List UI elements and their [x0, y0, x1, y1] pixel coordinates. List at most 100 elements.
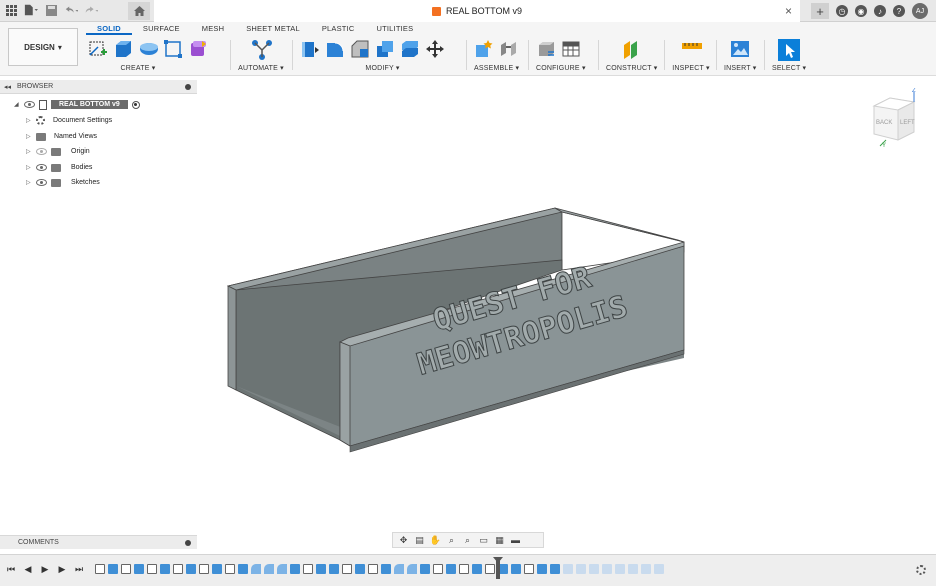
tree-item-sketches[interactable]: ▷ Sketches [26, 176, 100, 189]
configure-group-label[interactable]: CONFIGURE [536, 65, 580, 72]
expand-triangle-icon[interactable]: ◢ [14, 101, 20, 108]
timeline-extrude-feature[interactable] [381, 564, 391, 574]
visibility-eye-icon[interactable] [36, 148, 47, 155]
save-icon[interactable] [44, 3, 58, 17]
activate-radio-icon[interactable] [131, 100, 140, 109]
orbit-icon[interactable]: ✥ [398, 535, 409, 545]
timeline-extrude-feature[interactable] [446, 564, 456, 574]
workspace-design-button[interactable]: DESIGN ▾ [8, 28, 78, 66]
combine-icon[interactable] [400, 39, 420, 59]
file-menu-icon[interactable] [24, 3, 38, 17]
assemble-group-label[interactable]: ASSEMBLE [474, 65, 513, 72]
user-avatar[interactable]: AJ [912, 3, 928, 19]
zoom-icon[interactable]: ⌕ [446, 535, 457, 545]
timeline-extrude-feature[interactable] [186, 564, 196, 574]
undo-icon[interactable] [64, 3, 78, 17]
help-icon[interactable]: ? [893, 5, 905, 17]
shell-icon[interactable] [375, 39, 395, 59]
timeline-sketch-feature[interactable] [303, 564, 313, 574]
timeline-suppressed-feature[interactable] [628, 564, 638, 574]
expand-triangle-icon[interactable]: ▷ [26, 164, 32, 171]
step-forward-icon[interactable]: ▶ [57, 564, 67, 574]
go-to-end-icon[interactable]: ⏭ [74, 564, 84, 574]
select-group-label[interactable]: SELECT [772, 65, 800, 72]
timeline-sketch-feature[interactable] [368, 564, 378, 574]
insert-image-icon[interactable] [730, 39, 750, 59]
tab-plastic[interactable]: PLASTIC [311, 23, 366, 35]
look-at-icon[interactable]: ▤ [414, 535, 425, 545]
app-grid-icon[interactable] [4, 3, 18, 17]
timeline-fillet-feature[interactable] [264, 564, 274, 574]
timeline-fillet-feature[interactable] [251, 564, 261, 574]
timeline-sketch-feature[interactable] [225, 564, 235, 574]
extrude-icon[interactable] [113, 39, 133, 59]
visibility-eye-icon[interactable] [24, 101, 35, 108]
timeline-suppressed-feature[interactable] [615, 564, 625, 574]
visibility-eye-icon[interactable] [36, 179, 47, 186]
tree-item-bodies[interactable]: ▷ Bodies [26, 161, 92, 174]
timeline-fillet-feature[interactable] [277, 564, 287, 574]
timeline-suppressed-feature[interactable] [602, 564, 612, 574]
revolve-icon[interactable] [138, 39, 158, 59]
timeline-sketch-feature[interactable] [524, 564, 534, 574]
expand-triangle-icon[interactable]: ▷ [26, 148, 32, 155]
timeline-sketch-feature[interactable] [199, 564, 209, 574]
display-settings-icon[interactable]: ▭ [478, 535, 489, 545]
viewports-icon[interactable]: ▬ [510, 535, 521, 545]
offset-plane-icon[interactable] [621, 39, 641, 59]
view-cube[interactable]: BACK LEFT Z Y [866, 88, 926, 149]
tab-solid[interactable]: SOLID [86, 23, 132, 35]
document-tab[interactable]: REAL BOTTOM v9 × [154, 0, 800, 22]
tree-item-named-views[interactable]: ▷ Named Views [26, 130, 97, 143]
automate-icon[interactable] [251, 39, 272, 60]
tab-surface[interactable]: SURFACE [132, 23, 191, 35]
joint-icon[interactable] [499, 39, 519, 59]
chamfer-icon[interactable] [350, 39, 370, 59]
timeline-fillet-feature[interactable] [394, 564, 404, 574]
root-component-label[interactable]: REAL BOTTOM v9 [51, 100, 128, 109]
home-button[interactable] [128, 2, 150, 20]
collapse-panel-icon[interactable]: ◂◂ [4, 83, 11, 91]
timeline-extrude-feature[interactable] [290, 564, 300, 574]
timeline-fillet-feature[interactable] [407, 564, 417, 574]
close-tab-icon[interactable]: × [785, 4, 792, 18]
timeline-suppressed-feature[interactable] [589, 564, 599, 574]
timeline-marker[interactable] [496, 559, 500, 579]
redo-icon[interactable] [84, 3, 98, 17]
sweep-icon[interactable] [163, 39, 183, 59]
create-group-label[interactable]: CREATE [121, 65, 150, 72]
new-component-icon[interactable] [474, 39, 494, 59]
timeline-sketch-feature[interactable] [459, 564, 469, 574]
timeline-extrude-feature[interactable] [108, 564, 118, 574]
grid-settings-icon[interactable]: ▦ [494, 535, 505, 545]
timeline-suppressed-feature[interactable] [576, 564, 586, 574]
timeline-sketch-feature[interactable] [147, 564, 157, 574]
timeline-sketch-feature[interactable] [342, 564, 352, 574]
tab-sheet-metal[interactable]: SHEET METAL [235, 23, 311, 35]
expand-triangle-icon[interactable]: ▷ [26, 179, 32, 186]
create-sketch-icon[interactable] [88, 39, 108, 59]
measure-icon[interactable] [681, 39, 702, 59]
timeline-extrude-feature[interactable] [160, 564, 170, 574]
timeline-extrude-feature[interactable] [420, 564, 430, 574]
automate-group-label[interactable]: AUTOMATE [238, 65, 278, 72]
pan-hand-icon[interactable]: ✋ [430, 535, 441, 545]
step-back-icon[interactable]: ◀ [23, 564, 33, 574]
timeline-suppressed-feature[interactable] [641, 564, 651, 574]
tree-item-document-settings[interactable]: ▷ Document Settings [26, 114, 112, 127]
timeline-extrude-feature[interactable] [212, 564, 222, 574]
job-status-icon[interactable]: ◉ [855, 5, 867, 17]
comments-add-icon[interactable] [185, 540, 191, 546]
press-pull-icon[interactable] [300, 39, 320, 59]
timeline-suppressed-feature[interactable] [654, 564, 664, 574]
timeline-extrude-feature[interactable] [537, 564, 547, 574]
tree-item-origin[interactable]: ▷ Origin [26, 145, 90, 158]
timeline-sketch-feature[interactable] [433, 564, 443, 574]
visibility-eye-icon[interactable] [36, 164, 47, 171]
viewcube-back-label[interactable]: BACK [876, 120, 892, 126]
tree-root[interactable]: ◢ REAL BOTTOM v9 [14, 98, 140, 111]
browser-pin-icon[interactable] [185, 84, 191, 90]
zoom-window-icon[interactable]: ⌕ [462, 535, 473, 545]
timeline-extrude-feature[interactable] [316, 564, 326, 574]
timeline-extrude-feature[interactable] [355, 564, 365, 574]
